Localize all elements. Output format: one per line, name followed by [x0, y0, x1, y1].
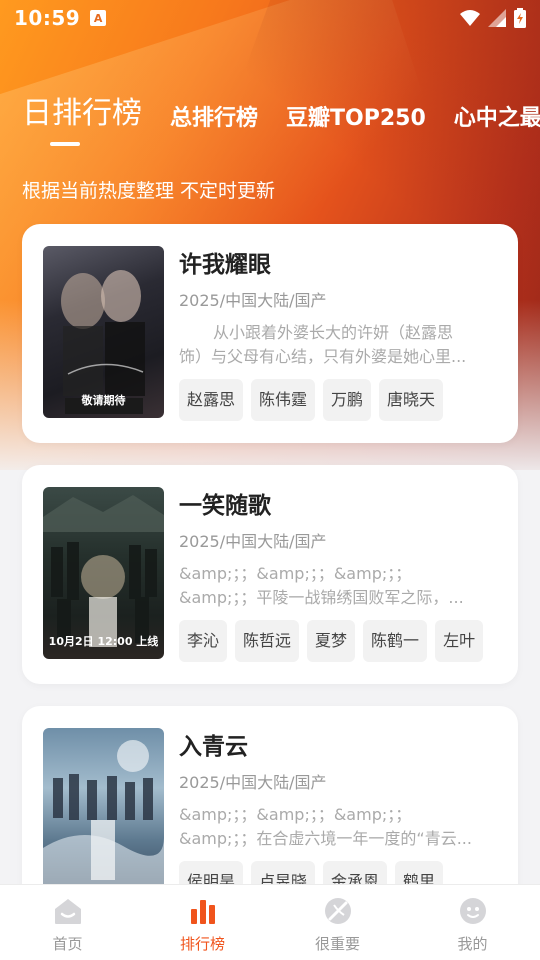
cast-tag[interactable]: 万鹏 [323, 379, 372, 421]
active-tab-indicator [50, 142, 80, 146]
tab-overall-ranking[interactable]: 总排行榜 [170, 100, 258, 132]
poster-caption: 敬请期待 [81, 394, 126, 407]
status-time: 10:59 [14, 6, 81, 30]
item-title: 许我耀眼 [179, 252, 271, 278]
signal-icon [488, 9, 506, 27]
item-title: 入青云 [179, 734, 248, 760]
cast-tag[interactable]: 陈鹤一 [363, 620, 428, 662]
nav-label: 我的 [457, 935, 488, 953]
cast-tag[interactable]: 陈伟霆 [251, 379, 316, 421]
ranking-icon [189, 897, 217, 925]
notification-icon: A [90, 10, 107, 26]
poster-caption: 10月2日 12:00 上线 [48, 635, 159, 648]
battery-icon [514, 8, 526, 28]
poster-image: 10月2日 12:00 上线 [43, 487, 164, 659]
status-bar: 10:59 A [0, 0, 540, 36]
nav-label: 排行榜 [179, 935, 225, 953]
tab-favorites[interactable]: 心中之最 [454, 100, 540, 132]
tab-douban-top250[interactable]: 豆瓣TOP250 [286, 100, 426, 132]
nav-ranking[interactable]: 排行榜 [135, 885, 270, 960]
cast-tag[interactable]: 赵露思 [179, 379, 244, 421]
list-item[interactable]: 敬请期待 许我耀眼 2025/中国大陆/国产 从小跟着外婆长大的许妍（赵露思 饰… [22, 224, 518, 443]
list-item[interactable]: 10月2日 12:00 上线 一笑随歌 2025/中国大陆/国产 &amp;；；… [22, 465, 518, 684]
item-title: 一笑随歌 [179, 493, 271, 519]
poster-image [43, 728, 164, 900]
nav-home[interactable]: 首页 [0, 885, 135, 960]
cast-tag[interactable]: 唐晓天 [379, 379, 444, 421]
item-description: &amp;；；&amp;；；&amp;；； &amp;；；平陵一战锦绣国败军之际… [179, 564, 464, 607]
item-description: 从小跟着外婆长大的许妍（赵露思 饰）与父母有心结，只有外婆是她心里... [179, 323, 467, 366]
important-icon [324, 897, 352, 925]
item-meta: 2025/中国大陆/国产 [179, 291, 327, 310]
item-description: &amp;；；&amp;；；&amp;；； &amp;；；在合虚六境一年一度的“… [179, 805, 472, 848]
item-meta: 2025/中国大陆/国产 [179, 773, 327, 792]
nav-label: 很重要 [314, 935, 360, 953]
home-icon [54, 897, 82, 925]
bottom-navigation: 首页 排行榜 很重要 我的 [0, 884, 540, 960]
cast-tag[interactable]: 李沁 [179, 620, 228, 662]
cast-tag[interactable]: 左叶 [435, 620, 484, 662]
wifi-icon [460, 10, 480, 26]
nav-important[interactable]: 很重要 [270, 885, 405, 960]
nav-label: 首页 [52, 935, 83, 953]
cast-tag[interactable]: 夏梦 [307, 620, 356, 662]
profile-icon [459, 897, 487, 925]
nav-profile[interactable]: 我的 [405, 885, 540, 960]
poster-image: 敬请期待 [43, 246, 164, 418]
cast-tags: 李沁 陈哲远 夏梦 陈鹤一 左叶 [179, 620, 498, 662]
ranking-tabs: 日排行榜 总排行榜 豆瓣TOP250 心中之最 [22, 88, 540, 132]
tab-daily-ranking[interactable]: 日排行榜 [22, 88, 142, 132]
ranking-list: 敬请期待 许我耀眼 2025/中国大陆/国产 从小跟着外婆长大的许妍（赵露思 饰… [22, 224, 518, 947]
page-subtitle: 根据当前热度整理 不定时更新 [22, 180, 276, 202]
cast-tags: 赵露思 陈伟霆 万鹏 唐晓天 [179, 379, 498, 421]
item-meta: 2025/中国大陆/国产 [179, 532, 327, 551]
cast-tag[interactable]: 陈哲远 [235, 620, 300, 662]
